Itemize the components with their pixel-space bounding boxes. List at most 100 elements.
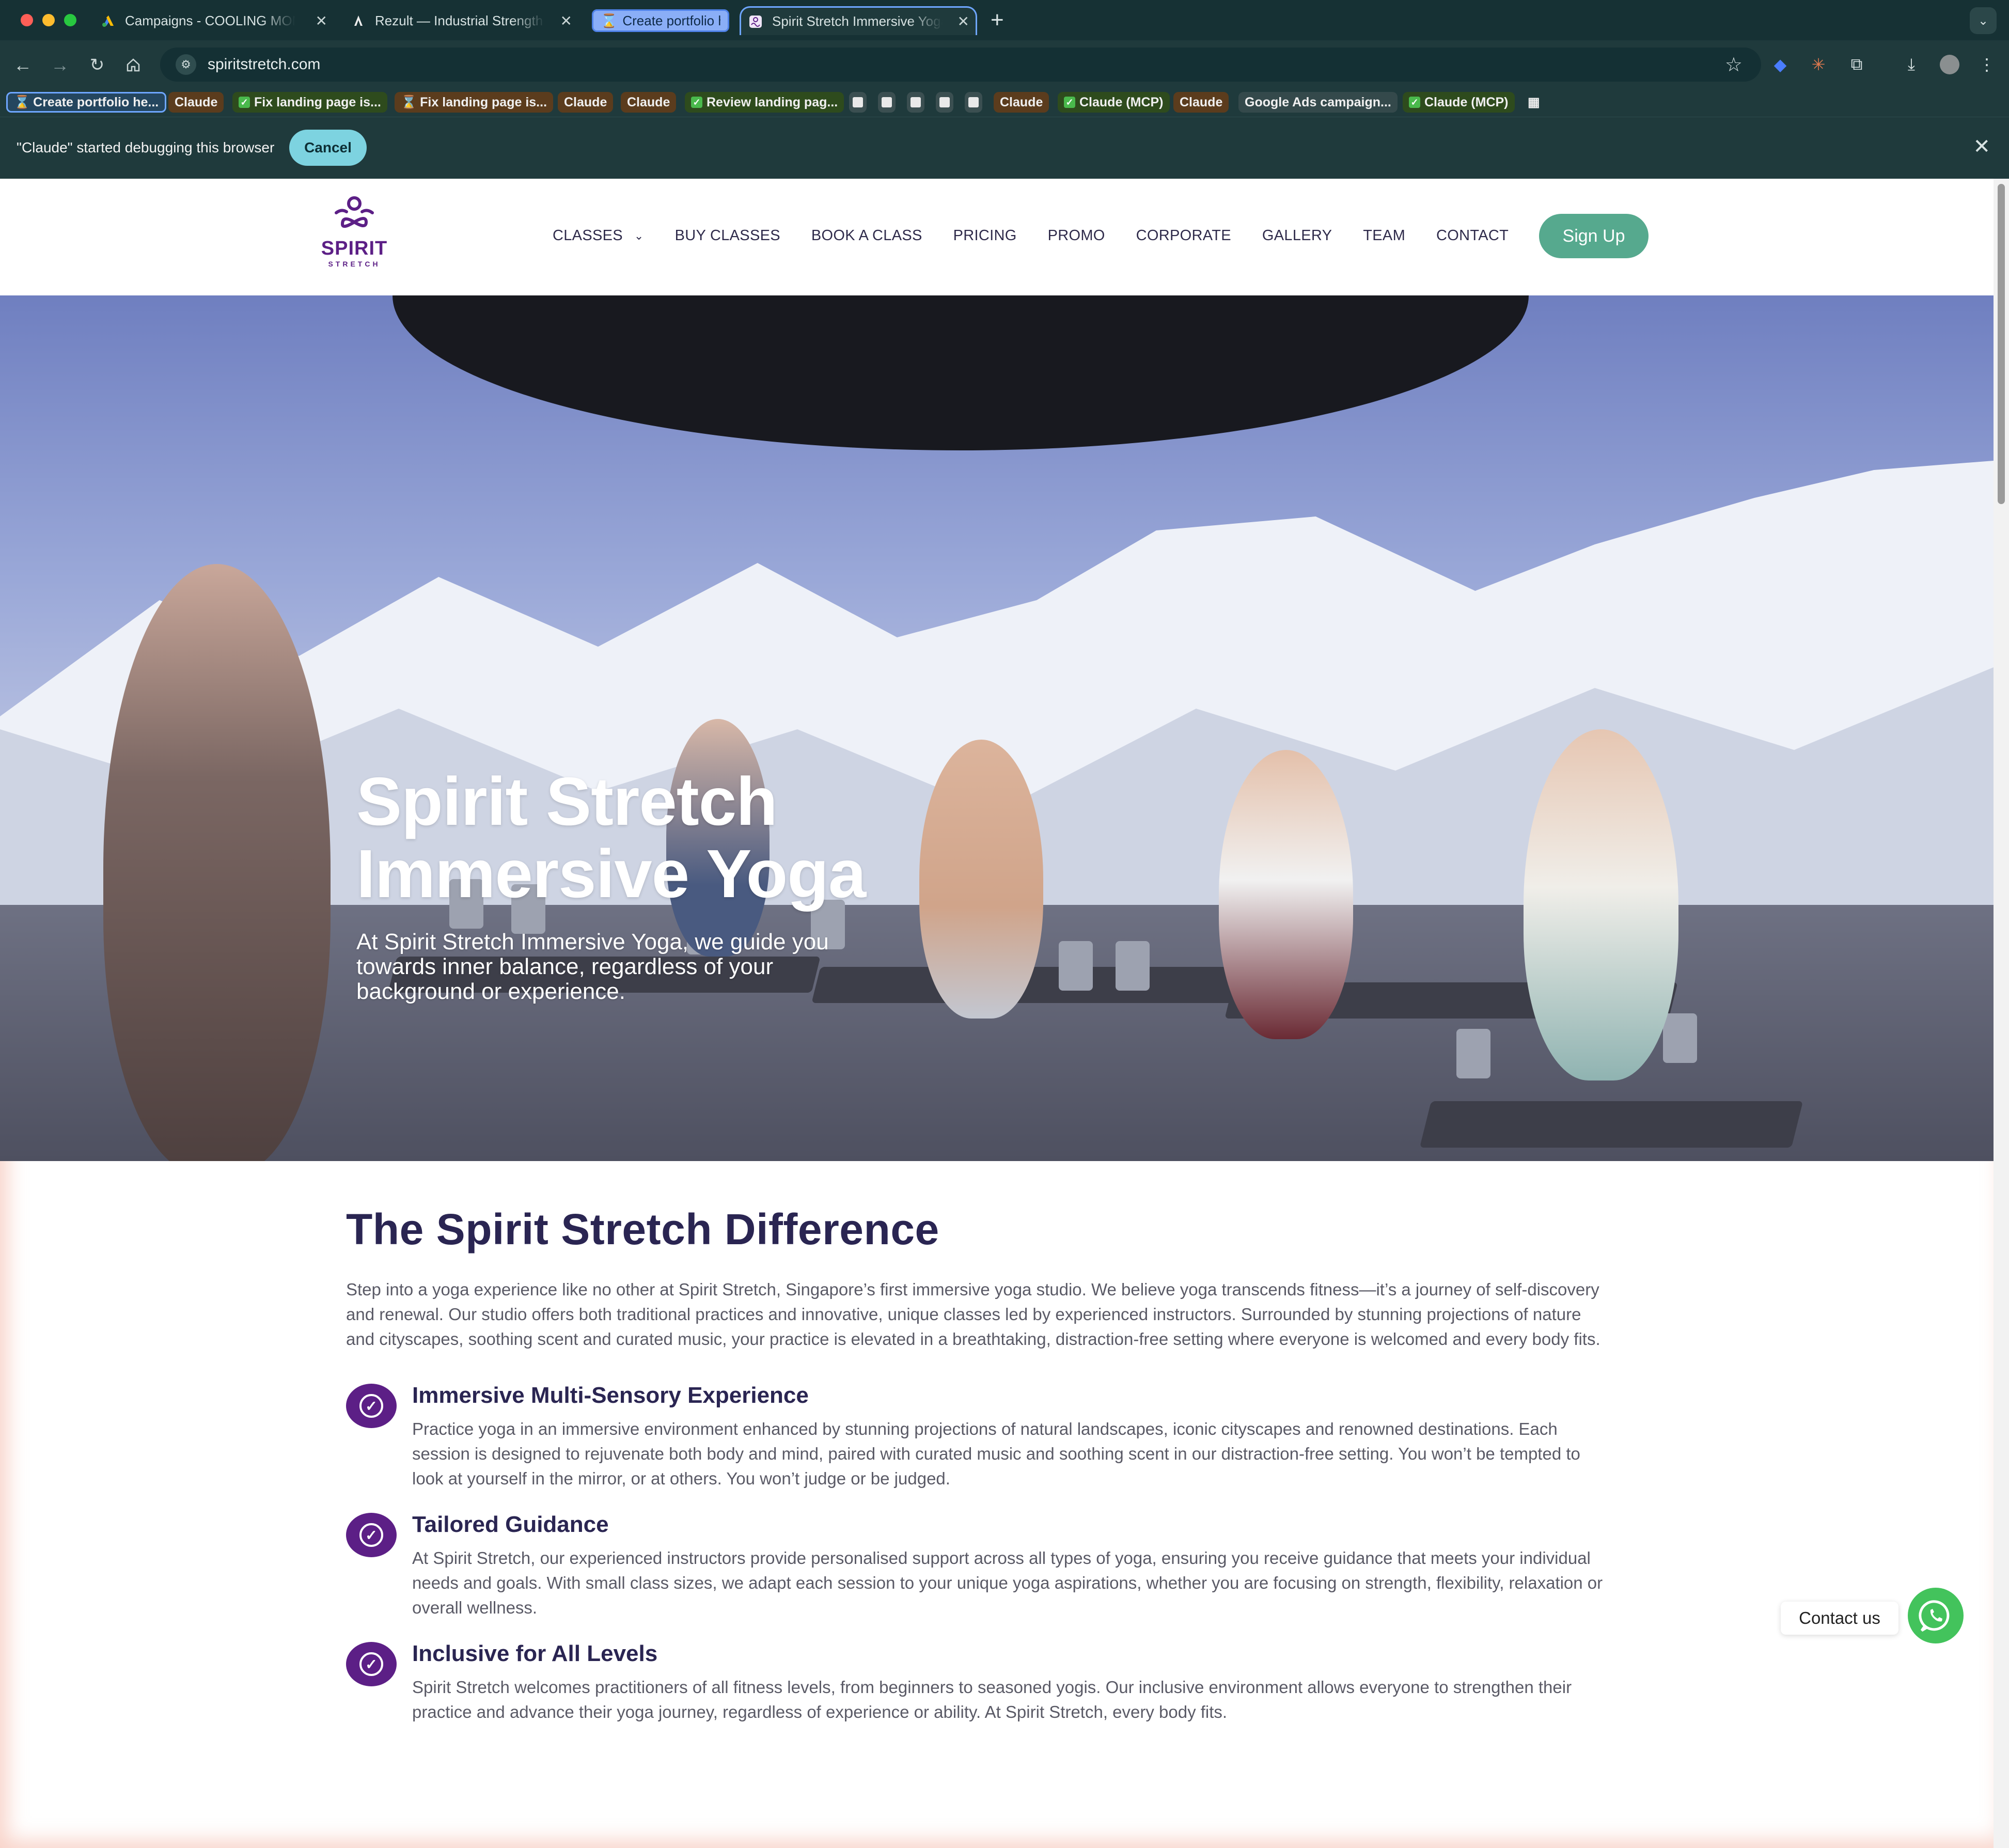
feature-title: Tailored Guidance xyxy=(412,1512,609,1537)
check-icon: ✓ xyxy=(1409,97,1420,108)
new-tab-icon[interactable]: + xyxy=(991,7,1004,33)
nav-buy-classes[interactable]: BUY CLASSES xyxy=(675,227,780,244)
claude-extension-icon[interactable]: ✳ xyxy=(1807,53,1830,76)
page-scrollbar[interactable] xyxy=(1994,179,2009,1848)
bookmark-item[interactable]: Claude xyxy=(168,92,224,113)
browser-toolbar: ← → ↻ ⚙ spiritstretch.com ☆ ◆ ✳ ⧉ ⤓ ⋮ xyxy=(0,40,2009,89)
chevron-down-icon: ⌄ xyxy=(634,229,644,242)
bookmark-item[interactable]: ✓ Review landing pag... xyxy=(685,92,844,113)
bookmark-item[interactable]: ✓ Claude (MCP) xyxy=(1403,92,1515,113)
yoga-practitioner xyxy=(919,740,1043,1019)
feature-text: At Spirit Stretch, our experienced instr… xyxy=(412,1548,1603,1617)
bookmark-item[interactable]: ⌛ Fix landing page is... xyxy=(395,92,554,113)
close-window-button[interactable] xyxy=(21,14,33,26)
home-icon[interactable] xyxy=(121,53,146,77)
nav-gallery[interactable]: GALLERY xyxy=(1262,227,1332,244)
spirit-favicon xyxy=(748,14,763,29)
extension-tag-icon[interactable]: ◆ xyxy=(1768,53,1792,76)
bookmark-item[interactable]: Google Ads campaign... xyxy=(1238,92,1398,113)
tab-spirit-stretch[interactable]: Spirit Stretch Immersive Yoga ✕ xyxy=(740,6,977,35)
tab-create-portfolio[interactable]: ⌛ Create portfolio h xyxy=(592,6,731,35)
hero-section: Spirit Stretch Immersive Yoga At Spirit … xyxy=(0,295,1994,1161)
spirit-stretch-logo[interactable]: SPIRIT STRETCH xyxy=(321,195,387,273)
bookmark-item[interactable]: Claude xyxy=(994,92,1049,113)
feature-text: Spirit Stretch welcomes practitioners of… xyxy=(412,1678,1572,1721)
bookmark-item[interactable]: Claude xyxy=(1173,92,1229,113)
tab-rezult[interactable]: Rezult — Industrial Strength C ✕ xyxy=(351,6,578,35)
nav-contact[interactable]: CONTACT xyxy=(1436,227,1509,244)
yoga-block xyxy=(1663,1013,1697,1063)
contact-us-label[interactable]: Contact us xyxy=(1781,1602,1898,1635)
forward-icon[interactable]: → xyxy=(48,53,72,77)
bookmark-item[interactable]: ✓ Fix landing page is... xyxy=(232,92,387,113)
reload-icon[interactable]: ↻ xyxy=(85,53,109,77)
hourglass-icon: ⌛ xyxy=(401,95,417,109)
yoga-practitioner xyxy=(1524,729,1678,1080)
downloads-icon[interactable]: ⤓ xyxy=(1900,53,1923,76)
bookmark-item[interactable] xyxy=(965,92,982,113)
bookmark-item[interactable] xyxy=(878,92,896,113)
nav-classes[interactable]: CLASSES ⌄ xyxy=(553,227,644,244)
extensions-puzzle-icon[interactable]: ⧉ xyxy=(1845,53,1869,76)
close-tab-icon[interactable]: ✕ xyxy=(554,12,578,29)
close-infobar-icon[interactable]: ✕ xyxy=(1973,135,1990,159)
section-title: The Spirit Stretch Difference xyxy=(346,1205,939,1254)
yoga-figure-logo-icon xyxy=(335,196,374,228)
tab-groups-grid-icon[interactable]: ▦ xyxy=(1525,92,1543,113)
page-icon xyxy=(911,97,921,107)
hero-title: Spirit Stretch Immersive Yoga xyxy=(356,763,866,912)
bookmark-item[interactable]: ✓ Claude (MCP) xyxy=(1058,92,1170,113)
back-icon[interactable]: ← xyxy=(10,53,35,77)
close-tab-icon[interactable]: ✕ xyxy=(309,12,334,29)
browser-menu-icon[interactable]: ⋮ xyxy=(1975,53,1999,76)
tab-label: Campaigns - COOLING MON xyxy=(125,12,295,28)
tab-bar: Campaigns - COOLING MON ✕ Rezult — Indus… xyxy=(0,0,2009,40)
feature-title: Inclusive for All Levels xyxy=(412,1641,658,1666)
google-ads-icon xyxy=(101,13,116,28)
site-header: SPIRIT STRETCH CLASSES ⌄ BUY CLASSES BOOK… xyxy=(0,179,1994,295)
yoga-practitioner xyxy=(103,564,331,1161)
sign-up-button[interactable]: Sign Up xyxy=(1539,214,1649,258)
tab-search-icon[interactable]: ⌄ xyxy=(1970,7,1997,34)
yoga-block xyxy=(1116,941,1150,991)
check-circle-icon: ✓ xyxy=(346,1642,397,1686)
address-bar[interactable]: ⚙ spiritstretch.com ☆ xyxy=(160,48,1761,82)
feature-item: ✓ Tailored Guidance At Spirit Stretch, o… xyxy=(346,1512,1611,1620)
logo-subword: STRETCH xyxy=(328,260,381,268)
main-nav: CLASSES ⌄ BUY CLASSES BOOK A CLASS PRICIN… xyxy=(553,227,1540,244)
nav-corporate[interactable]: CORPORATE xyxy=(1136,227,1231,244)
scrollbar-thumb[interactable] xyxy=(1998,184,2005,504)
tab-label: Create portfolio h xyxy=(622,12,721,28)
page-viewport: SPIRIT STRETCH CLASSES ⌄ BUY CLASSES BOOK… xyxy=(0,179,2009,1848)
whatsapp-icon[interactable] xyxy=(1908,1588,1964,1643)
site-info-icon[interactable]: ⚙ xyxy=(176,54,196,75)
difference-section: The Spirit Stretch Difference Step into … xyxy=(346,1204,1611,1725)
tab-label: Rezult — Industrial Strength C xyxy=(375,12,545,28)
feature-item: ✓ Inclusive for All Levels Spirit Stretc… xyxy=(346,1641,1611,1725)
bookmark-item[interactable] xyxy=(936,92,953,113)
nav-pricing[interactable]: PRICING xyxy=(953,227,1017,244)
tab-campaigns[interactable]: Campaigns - COOLING MON ✕ xyxy=(101,6,334,35)
yoga-block xyxy=(1059,941,1093,991)
maximize-window-button[interactable] xyxy=(64,14,76,26)
bookmark-star-icon[interactable]: ☆ xyxy=(1725,53,1743,76)
bookmark-item[interactable] xyxy=(907,92,924,113)
minimize-window-button[interactable] xyxy=(42,14,55,26)
profile-avatar[interactable] xyxy=(1938,53,1961,76)
tab-label: Spirit Stretch Immersive Yoga xyxy=(772,13,943,29)
nav-team[interactable]: TEAM xyxy=(1363,227,1405,244)
cancel-debugging-button[interactable]: Cancel xyxy=(289,130,367,166)
hero-text: Spirit Stretch Immersive Yoga At Spirit … xyxy=(356,765,873,1004)
close-tab-icon[interactable]: ✕ xyxy=(951,13,976,30)
check-circle-icon: ✓ xyxy=(346,1384,397,1428)
page-icon xyxy=(853,97,863,107)
bookmark-item[interactable] xyxy=(849,92,867,113)
nav-promo[interactable]: PROMO xyxy=(1048,227,1105,244)
page-icon xyxy=(968,97,979,107)
yoga-block xyxy=(1456,1029,1490,1078)
bookmark-item[interactable]: Claude xyxy=(621,92,677,113)
nav-book-a-class[interactable]: BOOK A CLASS xyxy=(811,227,922,244)
bookmark-item[interactable]: ⌛ Create portfolio he... xyxy=(6,92,167,113)
logo-wordmark: SPIRIT xyxy=(321,238,388,259)
bookmark-item[interactable]: Claude xyxy=(558,92,614,113)
